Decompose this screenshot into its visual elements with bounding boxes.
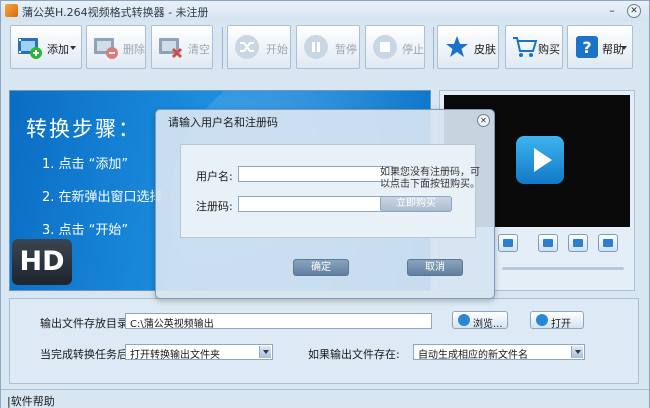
- step-1-text: 1. 点击 “添加”: [42, 157, 129, 172]
- ok-button[interactable]: 确定: [293, 259, 349, 276]
- output-dir-label: 输出文件存放目录:: [40, 317, 132, 330]
- if-exists-value: 自动生成相应的新文件名: [418, 350, 528, 361]
- output-dir-field[interactable]: C:\蒲公英视频输出: [125, 313, 432, 329]
- dialog-close-button[interactable]: ✕: [477, 114, 490, 127]
- help-status-link[interactable]: |软件帮助: [7, 393, 55, 408]
- app-window: 蒲公英H.264视频格式转换器 - 未注册 – ✕ 添加 删除 清空 开始 暂停…: [0, 0, 650, 408]
- pause-button[interactable]: 暂停: [296, 25, 360, 69]
- clear-film-icon: [159, 38, 183, 59]
- code-field[interactable]: [238, 196, 393, 212]
- stop-button[interactable]: 停止: [365, 25, 425, 69]
- buy-label: 购买: [538, 43, 560, 56]
- volume-glyph: [543, 239, 553, 247]
- fullscreen-glyph: [603, 239, 613, 247]
- clear-button[interactable]: 清空: [151, 25, 213, 69]
- cancel-button[interactable]: 取消: [407, 259, 463, 276]
- delete-label: 删除: [123, 43, 145, 56]
- output-settings: 输出文件存放目录: C:\蒲公英视频输出 浏览... 打开 当完成转换任务后: …: [9, 298, 639, 384]
- if-exists-label: 如果输出文件存在:: [308, 348, 400, 361]
- buy-now-button[interactable]: 立即购买: [380, 196, 452, 212]
- title-bar: 蒲公英H.264视频格式转换器 - 未注册 – ✕: [1, 1, 649, 21]
- banner-title: 转换步骤：: [26, 117, 141, 141]
- register-dialog: 请输入用户名和注册码 ✕ 用户名: 注册码: 如果您没有注册码，可以点击下面按钮…: [155, 109, 495, 299]
- help-button[interactable]: ? 帮助: [567, 25, 633, 69]
- volume-icon[interactable]: [538, 234, 558, 252]
- cart-icon: [513, 37, 538, 57]
- chevron-down-icon: [621, 46, 627, 50]
- skin-button[interactable]: 皮肤: [437, 25, 499, 69]
- step-2-text: 2. 在新弹出窗口选择: [42, 190, 163, 205]
- skin-label: 皮肤: [474, 43, 496, 56]
- chevron-down-icon: [70, 46, 76, 50]
- shuffle-icon: [235, 35, 259, 59]
- add-label: 添加: [47, 43, 69, 56]
- after-convert-value: 打开转换输出文件夹: [130, 350, 220, 361]
- dialog-form-panel: [180, 144, 476, 238]
- after-convert-select[interactable]: 打开转换输出文件夹: [125, 344, 273, 361]
- window-title: 蒲公英H.264视频格式转换器 - 未注册: [22, 6, 209, 19]
- dialog-title: 请输入用户名和注册码: [168, 116, 278, 129]
- fullscreen-icon[interactable]: [598, 234, 618, 252]
- camera-glyph: [573, 239, 583, 247]
- stop-icon: [373, 35, 397, 59]
- after-convert-label: 当完成转换任务后:: [40, 348, 132, 361]
- minimize-button[interactable]: –: [605, 4, 619, 18]
- username-label: 用户名:: [196, 170, 233, 183]
- app-icon: [5, 4, 18, 17]
- add-button[interactable]: 添加: [10, 25, 82, 69]
- toolbar-divider: [222, 27, 223, 69]
- username-field[interactable]: [238, 166, 393, 182]
- start-button[interactable]: 开始: [227, 25, 291, 69]
- camera-icon[interactable]: [568, 234, 588, 252]
- pause-label: 暂停: [335, 43, 357, 56]
- status-bar: |软件帮助: [1, 389, 649, 408]
- stop-label: 停止: [402, 43, 424, 56]
- code-label: 注册码:: [196, 200, 233, 213]
- progress-slider[interactable]: [502, 267, 624, 270]
- screen-glyph: [503, 239, 513, 247]
- toolbar-divider: [433, 27, 434, 69]
- svg-text:?: ?: [582, 38, 591, 57]
- play-icon[interactable]: [516, 136, 564, 184]
- delete-film-icon: [94, 38, 118, 59]
- open-label: 打开: [551, 319, 571, 330]
- toolbar: 添加 删除 清空 开始 暂停 停止 皮肤 购买 ? 帮助: [5, 21, 645, 81]
- close-button[interactable]: ✕: [627, 4, 641, 18]
- hd-logo: HD: [12, 239, 72, 285]
- clear-label: 清空: [188, 43, 210, 56]
- pause-icon: [304, 35, 328, 59]
- help-icon: ?: [576, 36, 598, 58]
- buy-hint-text: 如果您没有注册码，可以点击下面按钮购买。: [380, 167, 480, 190]
- step-3-text: 3. 点击 “开始”: [42, 223, 129, 238]
- add-film-icon: [18, 38, 42, 59]
- buy-button[interactable]: 购买: [505, 25, 563, 69]
- chevron-down-icon: [571, 346, 583, 358]
- browse-icon: [458, 314, 470, 326]
- open-icon: [536, 314, 548, 326]
- star-icon: [446, 36, 468, 57]
- start-label: 开始: [266, 43, 288, 56]
- browse-label: 浏览...: [473, 319, 503, 330]
- chevron-down-icon: [259, 346, 271, 358]
- open-button[interactable]: 打开: [530, 311, 584, 330]
- browse-button[interactable]: 浏览...: [452, 311, 508, 330]
- screen-icon[interactable]: [498, 234, 518, 252]
- delete-button[interactable]: 删除: [86, 25, 146, 69]
- if-exists-select[interactable]: 自动生成相应的新文件名: [413, 344, 585, 361]
